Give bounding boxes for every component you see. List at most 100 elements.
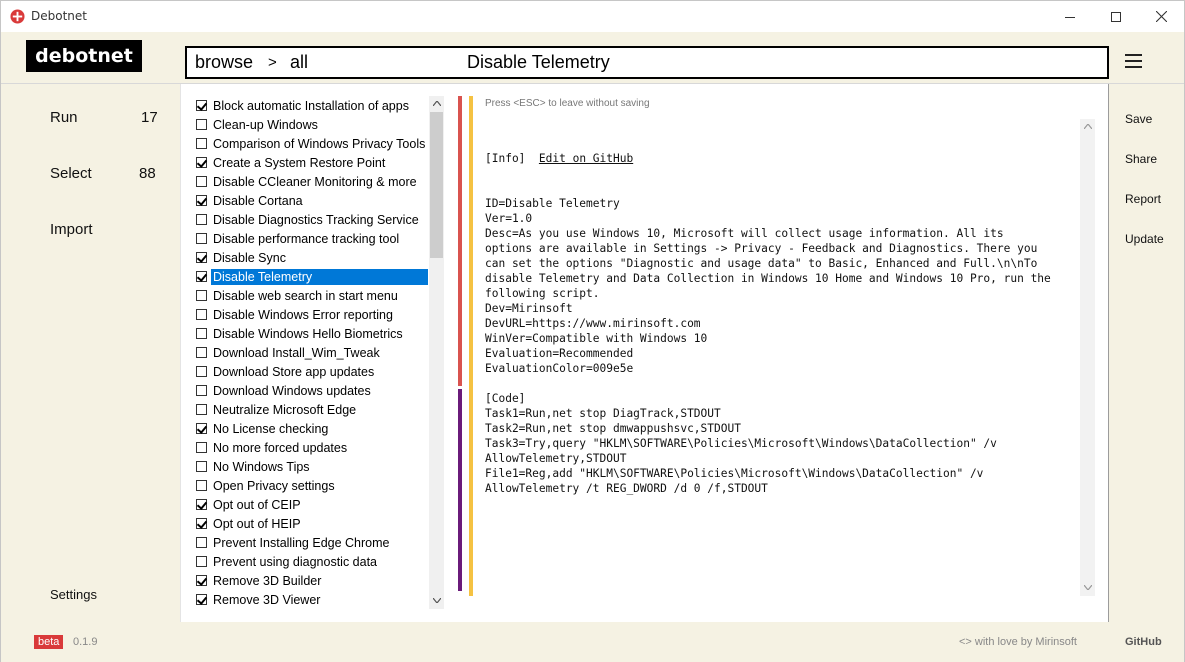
plugin-checkbox[interactable] bbox=[196, 100, 207, 111]
plugin-checkbox[interactable] bbox=[196, 461, 207, 472]
plugin-list-item[interactable]: Disable Sync bbox=[194, 248, 428, 267]
share-button[interactable]: Share bbox=[1125, 152, 1157, 166]
plugin-list[interactable]: Block automatic Installation of apps Clea… bbox=[194, 96, 429, 611]
selected-plugin-title: Disable Telemetry bbox=[467, 52, 610, 72]
plugin-checkbox[interactable] bbox=[196, 366, 207, 377]
plugin-list-item[interactable]: Disable Cortana bbox=[194, 191, 428, 210]
plugin-checkbox[interactable] bbox=[196, 214, 207, 225]
editor-scroll-down-icon[interactable] bbox=[1080, 580, 1095, 595]
plugin-list-item[interactable]: Block automatic Installation of apps bbox=[194, 96, 428, 115]
close-button[interactable] bbox=[1138, 1, 1184, 32]
title-bar[interactable]: Debotnet bbox=[1, 1, 1184, 32]
plugin-list-item[interactable]: Comparison of Windows Privacy Tools bbox=[194, 134, 428, 153]
plugin-list-item[interactable]: Prevent Installing Edge Chrome bbox=[194, 533, 428, 552]
plugin-list-item[interactable]: No more forced updates bbox=[194, 438, 428, 457]
actions-divider bbox=[1108, 84, 1109, 622]
plugin-list-item[interactable]: Disable Telemetry bbox=[194, 267, 428, 286]
editor-scroll-up-icon[interactable] bbox=[1080, 119, 1095, 134]
save-button[interactable]: Save bbox=[1125, 112, 1152, 126]
plugin-list-item[interactable]: Remove 3D Viewer bbox=[194, 590, 428, 609]
plugin-checkbox[interactable] bbox=[196, 423, 207, 434]
plugin-checkbox[interactable] bbox=[196, 138, 207, 149]
plugin-label: Disable Windows Error reporting bbox=[213, 307, 393, 322]
plugin-list-item[interactable]: Download Install_Wim_Tweak bbox=[194, 343, 428, 362]
nav-select[interactable]: Select bbox=[50, 165, 92, 182]
plugin-list-scrollbar[interactable] bbox=[429, 96, 444, 609]
breadcrumb-bar[interactable]: browse > all Disable Telemetry bbox=[185, 46, 1109, 79]
esc-hint: Press <ESC> to leave without saving bbox=[485, 98, 650, 109]
editor-line: ID=Disable Telemetry bbox=[485, 197, 620, 210]
plugin-list-item[interactable]: Disable performance tracking tool bbox=[194, 229, 428, 248]
plugin-list-item[interactable]: Clean-up Windows bbox=[194, 115, 428, 134]
plugin-list-item[interactable]: Disable Windows Error reporting bbox=[194, 305, 428, 324]
minimize-icon bbox=[1065, 16, 1075, 18]
report-button[interactable]: Report bbox=[1125, 192, 1161, 206]
plugin-list-item[interactable]: Opt out of HEIP bbox=[194, 514, 428, 533]
nav-import[interactable]: Import bbox=[50, 221, 93, 238]
plugin-list-item[interactable]: No Windows Tips bbox=[194, 457, 428, 476]
hamburger-menu-icon[interactable] bbox=[1125, 54, 1144, 70]
plugin-checkbox[interactable] bbox=[196, 404, 207, 415]
plugin-list-item[interactable]: Download Store app updates bbox=[194, 362, 428, 381]
plugin-list-item[interactable]: Disable web search in start menu bbox=[194, 286, 428, 305]
plugin-checkbox[interactable] bbox=[196, 347, 207, 358]
plugin-checkbox[interactable] bbox=[196, 157, 207, 168]
plugin-list-item[interactable]: Prevent using diagnostic data bbox=[194, 552, 428, 571]
scroll-up-icon[interactable] bbox=[429, 96, 444, 111]
plugin-list-item[interactable]: Remove 3D Builder bbox=[194, 571, 428, 590]
plugin-list-item[interactable]: Create a System Restore Point bbox=[194, 153, 428, 172]
plugin-checkbox[interactable] bbox=[196, 252, 207, 263]
nav-settings[interactable]: Settings bbox=[50, 587, 97, 602]
plugin-list-item[interactable]: No License checking bbox=[194, 419, 428, 438]
plugin-list-item[interactable]: Download Windows updates bbox=[194, 381, 428, 400]
plugin-checkbox[interactable] bbox=[196, 518, 207, 529]
plugin-list-item[interactable]: Disable CCleaner Monitoring & more bbox=[194, 172, 428, 191]
plugin-checkbox[interactable] bbox=[196, 271, 207, 282]
plugin-checkbox[interactable] bbox=[196, 480, 207, 491]
plugin-list-item[interactable]: Disable Diagnostics Tracking Service bbox=[194, 210, 428, 229]
plugin-list-item[interactable]: Disable Windows Hello Biometrics bbox=[194, 324, 428, 343]
minimize-button[interactable] bbox=[1047, 1, 1093, 32]
plugin-label: Disable Sync bbox=[213, 250, 286, 265]
plugin-code-editor[interactable]: [Info] Edit on GitHub ID=Disable Telemet… bbox=[485, 121, 1080, 591]
plugin-list-item[interactable]: Opt out of CEIP bbox=[194, 495, 428, 514]
plugin-checkbox[interactable] bbox=[196, 328, 207, 339]
plugin-checkbox[interactable] bbox=[196, 537, 207, 548]
crumb-browse[interactable]: browse bbox=[195, 52, 253, 73]
plugin-checkbox[interactable] bbox=[196, 233, 207, 244]
status-bar-purple bbox=[458, 389, 462, 591]
scroll-down-icon[interactable] bbox=[429, 593, 444, 608]
editor-line: DevURL=https://www.mirinsoft.com bbox=[485, 317, 701, 330]
plugin-checkbox[interactable] bbox=[196, 290, 207, 301]
editor-scrollbar[interactable] bbox=[1080, 119, 1095, 596]
plugin-checkbox[interactable] bbox=[196, 119, 207, 130]
plugin-list-item[interactable]: Neutralize Microsoft Edge bbox=[194, 400, 428, 419]
plugin-label: No Windows Tips bbox=[213, 459, 310, 474]
plugin-checkbox[interactable] bbox=[196, 556, 207, 567]
plugin-checkbox[interactable] bbox=[196, 309, 207, 320]
plugin-label: Block automatic Installation of apps bbox=[213, 98, 409, 113]
editor-line: Desc=As you use Windows 10, Microsoft wi… bbox=[485, 227, 1004, 240]
plugin-checkbox[interactable] bbox=[196, 499, 207, 510]
maximize-button[interactable] bbox=[1093, 1, 1139, 32]
plugin-list-item[interactable]: Open Privacy settings bbox=[194, 476, 428, 495]
editor-line: Ver=1.0 bbox=[485, 212, 533, 225]
crumb-all[interactable]: all bbox=[290, 52, 308, 73]
edit-on-github-link[interactable]: Edit on GitHub bbox=[539, 152, 633, 165]
plugin-checkbox[interactable] bbox=[196, 176, 207, 187]
plugin-label: Disable Telemetry bbox=[211, 268, 428, 285]
plugin-checkbox[interactable] bbox=[196, 594, 207, 605]
plugin-checkbox[interactable] bbox=[196, 195, 207, 206]
credit-link[interactable]: <> with love by Mirinsoft bbox=[959, 636, 1077, 648]
window-title: Debotnet bbox=[31, 9, 87, 23]
update-button[interactable]: Update bbox=[1125, 232, 1164, 246]
nav-run[interactable]: Run bbox=[50, 109, 78, 126]
plugin-label: Opt out of HEIP bbox=[213, 516, 301, 531]
close-icon bbox=[1155, 11, 1167, 22]
github-link[interactable]: GitHub bbox=[1125, 636, 1162, 648]
plugin-checkbox[interactable] bbox=[196, 385, 207, 396]
plugin-checkbox[interactable] bbox=[196, 575, 207, 586]
plugin-list-scroll-thumb[interactable] bbox=[430, 112, 443, 258]
editor-line: AllowTelemetry /t REG_DWORD /d 0 /f,STDO… bbox=[485, 482, 768, 495]
plugin-checkbox[interactable] bbox=[196, 442, 207, 453]
